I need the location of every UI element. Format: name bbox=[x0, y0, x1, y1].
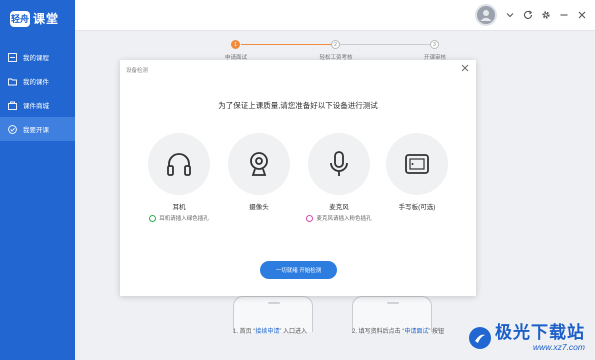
sidebar-item-shop[interactable]: 课件商城 bbox=[0, 93, 75, 117]
watermark-url: www.xz7.com bbox=[533, 342, 585, 352]
device-hint-text: 耳机请插入绿色插孔 bbox=[159, 216, 209, 222]
sidebar-item-label: 课件商城 bbox=[23, 103, 49, 110]
device-headphones: 耳机 耳机请插入绿色插孔 bbox=[146, 133, 212, 222]
course-icon bbox=[8, 52, 17, 62]
start-check-button[interactable]: 一切就绪 开始检测 bbox=[260, 261, 337, 279]
sidebar-item-my-courses[interactable]: 我的课程 bbox=[0, 45, 75, 69]
step-marker-2: 2 bbox=[331, 40, 340, 49]
window-controls bbox=[475, 4, 587, 26]
chevron-down-icon[interactable] bbox=[505, 10, 515, 20]
check-circle-icon bbox=[8, 124, 17, 134]
hint-left-link[interactable]: 接续申请 bbox=[255, 329, 279, 335]
device-name: 手写板(可选) bbox=[398, 204, 436, 211]
drawing-tablet-icon bbox=[386, 133, 448, 195]
device-name: 耳机 bbox=[172, 204, 186, 211]
step-line bbox=[340, 44, 430, 45]
hint-right: 2. 填写资料后点击 “申请面试” 按钮 bbox=[352, 326, 444, 335]
sidebar-item-my-coursewares[interactable]: 我的课件 bbox=[0, 69, 75, 93]
sidebar-nav: 我的课程 我的课件 课件商城 我要开课 bbox=[0, 45, 75, 141]
device-hint: 耳机请插入绿色插孔 bbox=[146, 214, 212, 222]
dialog-title: 设备检测 bbox=[126, 68, 149, 74]
hint-right-post: ” 按钮 bbox=[428, 329, 445, 335]
step-marker-1: 1 bbox=[231, 40, 240, 49]
device-name: 摄像头 bbox=[249, 204, 269, 211]
logo-text: 课堂 bbox=[33, 12, 60, 26]
dialog-close-icon[interactable] bbox=[460, 64, 470, 74]
avatar[interactable] bbox=[475, 4, 497, 26]
device-hint-text: 麦克风请插入粉色插孔 bbox=[316, 216, 372, 222]
camera-icon bbox=[228, 133, 290, 195]
dialog-heading: 为了保证上课质量,请您准备好以下设备进行测试 bbox=[218, 101, 378, 110]
device-tablet: 手写板(可选) bbox=[384, 133, 450, 211]
hint-right-link[interactable]: 申请面试 bbox=[404, 329, 428, 335]
green-jack-icon bbox=[149, 214, 157, 222]
close-icon[interactable] bbox=[577, 10, 587, 20]
app-logo: 轻舟 课堂 bbox=[10, 10, 59, 27]
device-check-dialog: 设备检测 为了保证上课质量,请您准备好以下设备进行测试 耳机 耳机请插入绿色插孔… bbox=[120, 60, 476, 296]
hint-left: 1. 首页 “接续申请” 入口进入 bbox=[233, 326, 307, 335]
watermark: 极光下载站 www.xz7.com bbox=[469, 324, 585, 352]
sidebar-item-label: 我要开课 bbox=[23, 127, 49, 134]
hint-left-pre: 1. 首页 “ bbox=[233, 329, 256, 335]
headphones-icon bbox=[148, 133, 210, 195]
refresh-icon[interactable] bbox=[523, 10, 533, 20]
device-hint: 麦克风请插入粉色插孔 bbox=[306, 214, 372, 222]
device-camera: 摄像头 bbox=[226, 133, 292, 211]
folder-icon bbox=[8, 77, 17, 86]
step-progress: 1 2 3 申请面试 轻松工资考核 开课审核 bbox=[75, 30, 595, 61]
shop-icon bbox=[8, 101, 17, 110]
sidebar-item-label: 我的课程 bbox=[23, 55, 49, 62]
watermark-title: 极光下载站 bbox=[495, 323, 585, 342]
microphone-icon bbox=[308, 133, 370, 195]
sidebar: 轻舟 课堂 我的课程 我的课件 课件商城 我要开课 bbox=[0, 0, 75, 360]
watermark-logo-icon bbox=[469, 327, 491, 349]
hint-right-pre: 2. 填写资料后点击 “ bbox=[352, 329, 405, 335]
step-marker-3: 3 bbox=[430, 40, 439, 49]
title-bar bbox=[75, 0, 595, 30]
step-line bbox=[241, 44, 331, 45]
sidebar-item-start-class[interactable]: 我要开课 bbox=[0, 117, 75, 141]
device-name: 麦克风 bbox=[329, 204, 349, 211]
minimize-icon[interactable] bbox=[559, 10, 569, 20]
pink-jack-icon bbox=[306, 214, 314, 222]
device-microphone: 麦克风 麦克风请插入粉色插孔 bbox=[306, 133, 372, 222]
gear-icon[interactable] bbox=[541, 10, 551, 20]
sidebar-item-label: 我的课件 bbox=[23, 79, 49, 86]
logo-badge: 轻舟 bbox=[10, 10, 30, 27]
hint-left-post: ” 入口进入 bbox=[279, 329, 308, 335]
